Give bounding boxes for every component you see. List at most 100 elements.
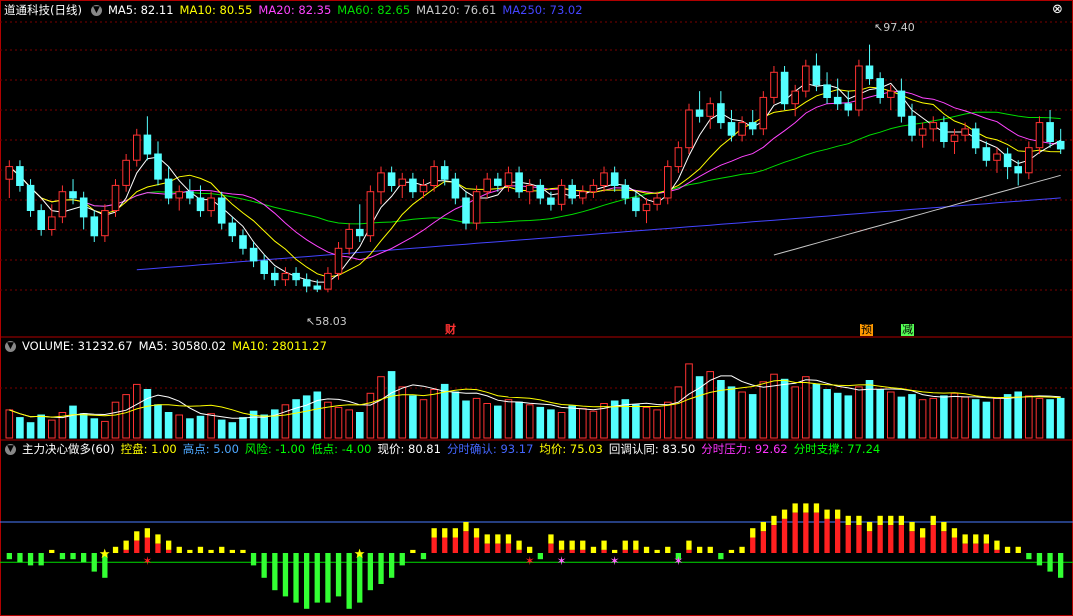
candle-body bbox=[324, 272, 332, 290]
volume-bar bbox=[727, 386, 736, 439]
indicator-green-bar bbox=[38, 553, 44, 566]
candle-body bbox=[239, 235, 247, 249]
candle-body bbox=[855, 65, 863, 111]
high-price-annotation: ↖97.40 bbox=[874, 21, 915, 34]
volume-bar bbox=[239, 417, 247, 439]
indicator-red-bar bbox=[962, 543, 968, 553]
indicator-yellow-bar bbox=[877, 515, 883, 526]
indicator-yellow-bar bbox=[527, 546, 533, 553]
indicator-yellow-bar bbox=[930, 515, 936, 526]
indicator-red-bar bbox=[516, 549, 522, 553]
candle-body bbox=[494, 178, 502, 186]
indicator-green-bar bbox=[314, 553, 320, 603]
signal-cross-icon: ✶ bbox=[142, 554, 152, 568]
volume-bar bbox=[483, 403, 491, 439]
volume-bar bbox=[536, 406, 545, 439]
candle-body bbox=[292, 272, 300, 281]
indicator-green-bar bbox=[282, 553, 289, 597]
stock-title[interactable]: 道通科技(日线) bbox=[4, 3, 82, 17]
candle-body bbox=[111, 184, 120, 211]
signal-cross-icon: ✶ bbox=[610, 554, 620, 568]
volume-bar bbox=[1014, 391, 1023, 439]
indicator-yellow-bar bbox=[909, 522, 915, 532]
candle-body bbox=[642, 203, 651, 212]
volume-bar bbox=[334, 406, 343, 439]
indicator-red-bar bbox=[792, 512, 798, 553]
jian-marker[interactable]: 减 bbox=[901, 324, 914, 336]
indicator-red-bar bbox=[505, 543, 512, 553]
cai-marker[interactable]: 财 bbox=[445, 324, 456, 336]
indicator-yellow-bar bbox=[824, 509, 830, 519]
volume-bar bbox=[717, 380, 725, 439]
kp-label: 控盘: 1.00 bbox=[120, 442, 177, 456]
candle-body bbox=[1035, 122, 1044, 149]
candle-body bbox=[600, 172, 608, 186]
candle-body bbox=[738, 122, 746, 136]
candle-body bbox=[302, 279, 311, 287]
candle-body bbox=[504, 172, 513, 186]
close-icon[interactable]: ⊗ bbox=[1052, 3, 1063, 16]
indicator-red-bar bbox=[994, 549, 1000, 553]
candle-body bbox=[1014, 166, 1023, 174]
volume-bar bbox=[515, 401, 523, 439]
indicator-red-bar bbox=[813, 512, 820, 553]
candle-body bbox=[950, 134, 959, 142]
candle-body bbox=[653, 197, 661, 205]
candle-body bbox=[419, 184, 428, 193]
candle-body bbox=[249, 247, 258, 262]
indicator-red-bar bbox=[442, 537, 448, 553]
candle-body bbox=[1025, 147, 1033, 174]
indicator-red-bar bbox=[123, 549, 129, 553]
dd-label: 低点: -4.00 bbox=[311, 442, 372, 456]
settings-toggle-icon[interactable]: ▼ bbox=[90, 5, 102, 16]
indicator-red-bar bbox=[781, 518, 788, 553]
volume-bar bbox=[929, 397, 938, 439]
indicator-green-bar bbox=[59, 553, 66, 560]
indicator-yellow-bar bbox=[1015, 546, 1021, 553]
indicator-title[interactable]: 主力决心做多(60) bbox=[22, 442, 115, 456]
ma20-label: MA20: 82.35 bbox=[258, 3, 332, 17]
volume-bar bbox=[387, 371, 396, 439]
indicator-yellow-bar bbox=[505, 534, 512, 544]
candle-body bbox=[271, 272, 279, 281]
candle-body bbox=[5, 166, 14, 180]
indicator-red-bar bbox=[580, 549, 586, 553]
indicator-green-bar bbox=[27, 553, 34, 566]
indicator-red-bar bbox=[144, 537, 150, 553]
volume-bar bbox=[1025, 395, 1033, 439]
indicator-yellow-bar bbox=[112, 546, 119, 553]
indicator-red-bar bbox=[463, 531, 469, 553]
candle-body bbox=[409, 178, 417, 193]
volume-bar bbox=[133, 383, 141, 439]
candle-body bbox=[525, 184, 534, 193]
candle-body bbox=[823, 84, 831, 99]
candle-body bbox=[1046, 122, 1054, 142]
volume-bar bbox=[164, 412, 173, 439]
candle-body bbox=[366, 191, 375, 237]
indicator-yellow-bar bbox=[1004, 546, 1011, 553]
volume-toggle-icon[interactable]: ▼ bbox=[5, 341, 16, 352]
indicator-toggle-icon[interactable]: ▼ bbox=[5, 444, 16, 455]
indicator-red-bar bbox=[686, 549, 692, 553]
indicator-yellow-bar bbox=[707, 546, 713, 553]
candle-body bbox=[451, 178, 460, 199]
yu-marker[interactable]: 预 bbox=[860, 324, 873, 336]
indicator-red-bar bbox=[452, 537, 458, 553]
candle-body bbox=[58, 191, 67, 218]
ma120-line bbox=[773, 174, 1061, 256]
volume-bar bbox=[642, 406, 651, 439]
candle-body bbox=[897, 90, 906, 117]
volume-bar bbox=[48, 419, 56, 439]
volume-bar bbox=[823, 389, 831, 439]
fsqr-label: 分时确认: 93.17 bbox=[446, 442, 534, 456]
indicator-yellow-bar bbox=[410, 549, 416, 553]
gd-label: 高点: 5.00 bbox=[182, 442, 239, 456]
volume-bar bbox=[1056, 397, 1065, 439]
volume-bar bbox=[1035, 397, 1044, 439]
candle-body bbox=[26, 184, 35, 211]
candle-body bbox=[472, 191, 481, 224]
volume-bar bbox=[971, 399, 980, 439]
candle-body bbox=[377, 172, 385, 193]
volume-bar bbox=[791, 386, 800, 439]
volume-bar bbox=[876, 389, 885, 439]
